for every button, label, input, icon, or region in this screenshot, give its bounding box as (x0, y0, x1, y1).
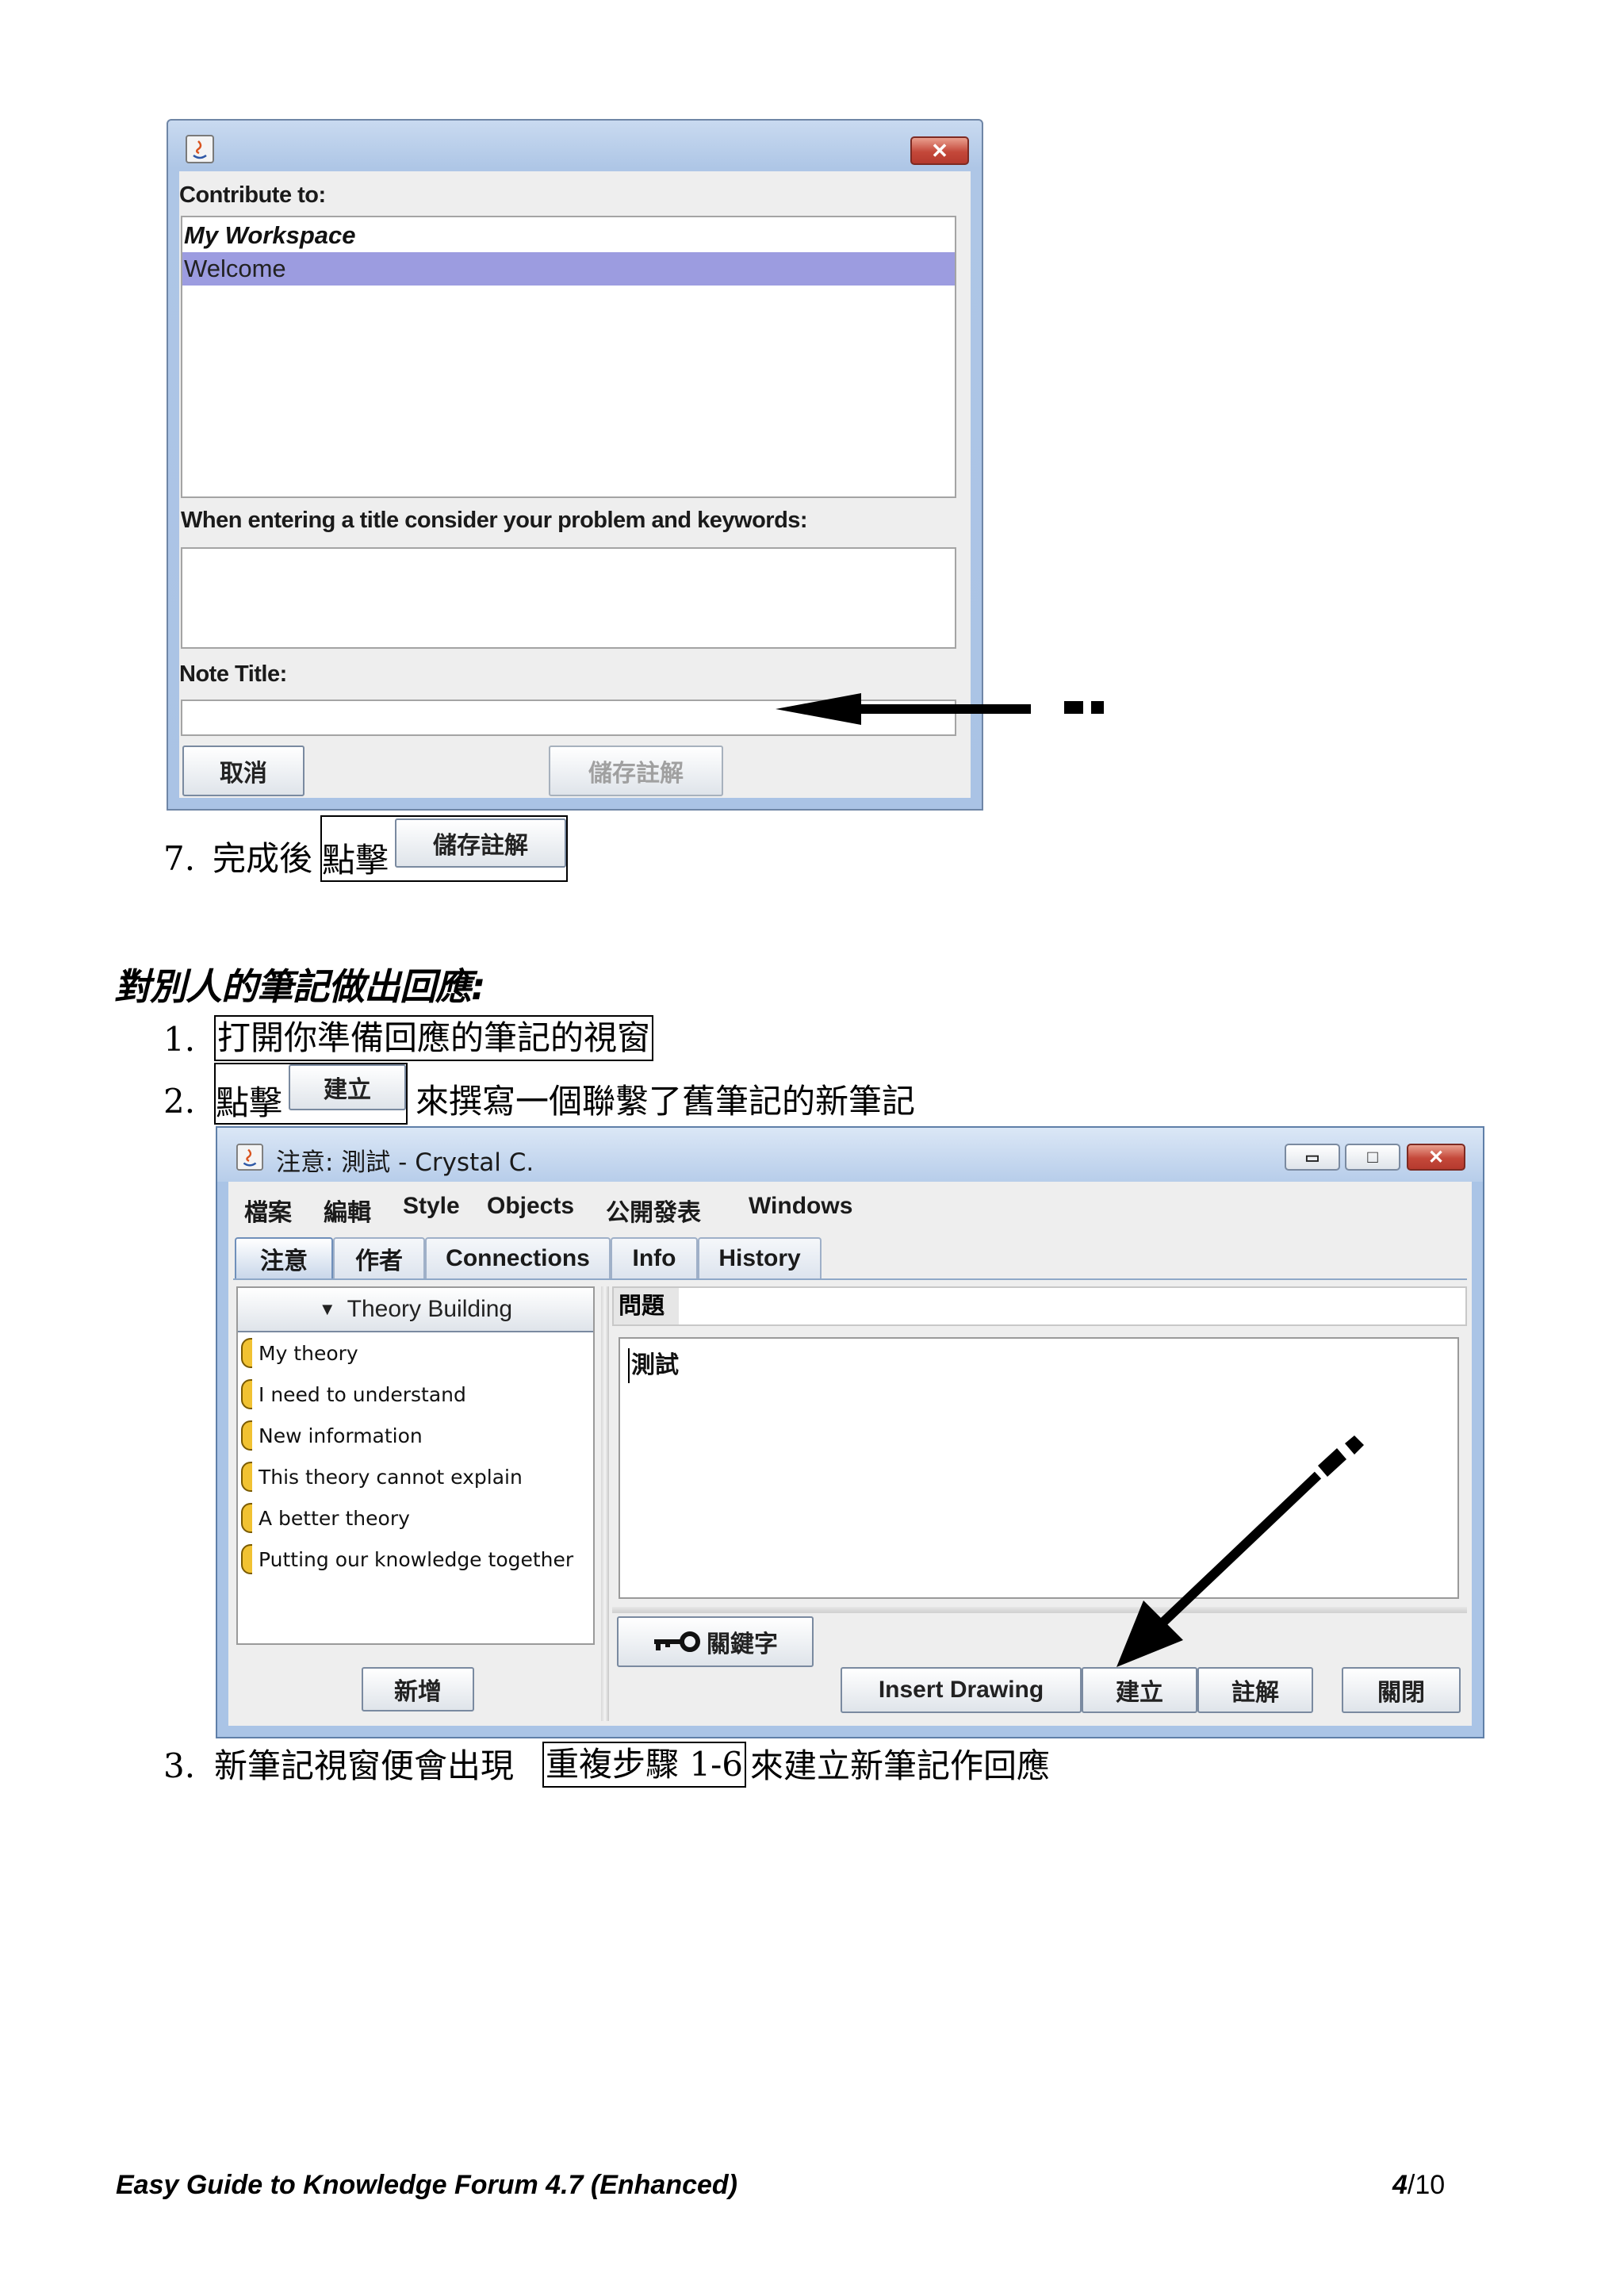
scaffold-better-theory[interactable]: A better theory (241, 1501, 410, 1535)
scaffold-marker-icon (241, 1379, 252, 1409)
java-app-icon (236, 1144, 263, 1171)
menu-objects[interactable]: Objects (487, 1193, 574, 1220)
page-number: 4/10 (1392, 2170, 1445, 2201)
scaffold-marker-icon (241, 1503, 252, 1533)
triangle-down-icon: ▼ (318, 1299, 336, 1319)
scaffold-marker-icon (241, 1420, 252, 1451)
page-total: /10 (1407, 2170, 1446, 2200)
tab-history[interactable]: History (698, 1237, 822, 1278)
note-title-label: Note Title: (179, 661, 287, 687)
step7-number: 7. (163, 839, 196, 878)
step2-click-text: 點擊 (216, 1083, 283, 1122)
step7-text: 完成後 (213, 839, 313, 878)
step1-number: 1. (163, 1020, 196, 1059)
scaffold-cannot-explain[interactable]: This theory cannot explain (241, 1459, 523, 1494)
page-current: 4 (1392, 2170, 1408, 2200)
note-window-titlebar: 注意: 測試 - Crystal C. ▭ □ ✕ (217, 1128, 1483, 1182)
arrow-down-left-icon (1116, 1435, 1364, 1667)
arrow-left-icon (776, 693, 1104, 725)
section-heading: 對別人的筆記做出回應: (114, 965, 485, 1008)
create-button-reference: 建立 (289, 1064, 406, 1110)
java-app-icon (186, 135, 214, 163)
tab-divider (233, 1278, 1467, 1280)
keyword-label: 關鍵字 (707, 1631, 778, 1658)
step1-text: 打開你準備回應的筆記的視窗 (214, 1015, 654, 1061)
menu-edit[interactable]: 編輯 (324, 1193, 371, 1228)
scaffold-knowledge-together[interactable]: Putting our knowledge together (241, 1542, 573, 1577)
scaffold-dropdown[interactable]: ▼ Theory Building (238, 1288, 593, 1332)
list-item-my-workspace[interactable]: My Workspace (184, 219, 356, 252)
contribute-label: Contribute to: (179, 182, 326, 208)
scaffold-my-theory[interactable]: My theory (241, 1336, 358, 1370)
keyword-button[interactable]: 關鍵字 (617, 1616, 814, 1667)
step3-boxed: 重複步驟 1-6 (542, 1742, 746, 1788)
step3-number: 3. (163, 1746, 196, 1785)
list-item-welcome[interactable]: Welcome (182, 252, 955, 286)
menu-style[interactable]: Style (403, 1193, 460, 1220)
tab-connections[interactable]: Connections (425, 1237, 611, 1278)
scaffold-marker-icon (241, 1462, 252, 1492)
title-hint-label: When entering a title consider your prob… (181, 508, 808, 533)
step3-text: 新筆記視窗便會出現 (214, 1746, 515, 1785)
problem-input[interactable] (680, 1290, 1465, 1323)
step3-text-after: 來建立新筆記作回應 (750, 1746, 1051, 1785)
scaffold-need-understand[interactable]: I need to understand (241, 1377, 466, 1412)
scaffold-title: Theory Building (347, 1296, 513, 1322)
insert-drawing-button[interactable]: Insert Drawing (841, 1667, 1082, 1713)
minimize-icon[interactable]: ▭ (1285, 1144, 1340, 1171)
split-divider[interactable] (601, 1286, 609, 1721)
step7-boxed: 點擊 儲存註解 (320, 815, 568, 882)
problem-row: 問題 (612, 1286, 1467, 1326)
close-icon[interactable]: ✕ (910, 136, 969, 165)
problem-label: 問題 (614, 1288, 679, 1324)
workspace-list[interactable]: My Workspace Welcome (181, 216, 956, 498)
scaffold-marker-icon (241, 1544, 252, 1574)
menu-bar: 檔案 編輯 Style Objects 公開發表 Windows (228, 1182, 1472, 1229)
key-icon (654, 1631, 700, 1652)
menu-file[interactable]: 檔案 (244, 1193, 292, 1228)
step2-text: 來撰寫一個聯繫了舊筆記的新筆記 (416, 1082, 916, 1121)
save-note-button-reference: 儲存註解 (395, 818, 566, 868)
scaffold-new-information[interactable]: New information (241, 1418, 423, 1453)
menu-windows[interactable]: Windows (749, 1193, 852, 1220)
save-note-button[interactable]: 儲存註解 (549, 746, 723, 796)
note-body-text: 測試 (628, 1348, 679, 1383)
menu-publish[interactable]: 公開發表 (606, 1193, 701, 1228)
dialog-titlebar: ✕ (168, 121, 982, 168)
step7-click-text: 點擊 (322, 841, 389, 880)
tab-note[interactable]: 注意 (235, 1237, 333, 1278)
step2-boxed: 點擊 建立 (214, 1063, 408, 1125)
step2-number: 2. (163, 1082, 196, 1121)
tab-strip: 注意 作者 Connections Info History (235, 1237, 837, 1278)
tab-author[interactable]: 作者 (333, 1237, 425, 1278)
cancel-button[interactable]: 取消 (182, 746, 304, 796)
tab-info[interactable]: Info (611, 1237, 698, 1278)
footer-title: Easy Guide to Knowledge Forum 4.7 (Enhan… (116, 2170, 738, 2200)
problem-keywords-area[interactable] (181, 547, 956, 649)
add-scaffold-button[interactable]: 新增 (362, 1667, 474, 1711)
maximize-icon[interactable]: □ (1345, 1144, 1400, 1171)
scaffold-marker-icon (241, 1338, 252, 1368)
note-window-title: 注意: 測試 - Crystal C. (276, 1148, 534, 1177)
scaffold-panel: ▼ Theory Building My theory I need to un… (236, 1286, 595, 1645)
close-icon[interactable]: ✕ (1407, 1144, 1465, 1171)
